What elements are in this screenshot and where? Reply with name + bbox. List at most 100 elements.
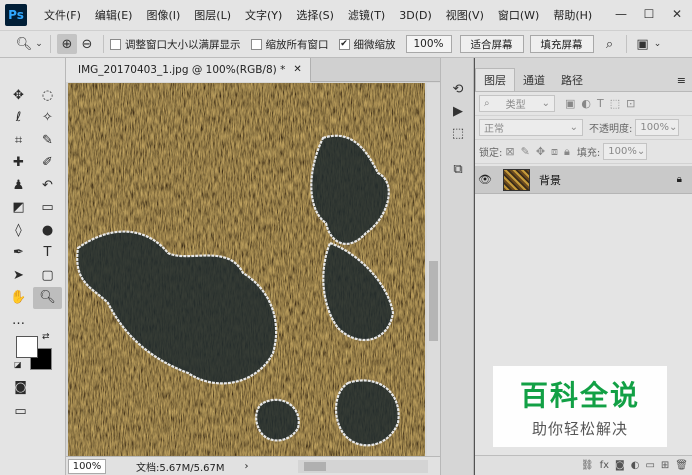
scrubby-zoom-checkbox[interactable]: ✔ 细微缩放 xyxy=(338,37,396,52)
hand-tool-icon[interactable]: ✋ xyxy=(4,287,33,310)
zoom-percent-field[interactable]: 100% xyxy=(405,35,452,53)
horizontal-scrollbar[interactable] xyxy=(298,460,428,473)
image-canvas[interactable] xyxy=(68,83,425,456)
magic-wand-tool-icon[interactable]: ✧ xyxy=(33,107,62,130)
zoom-out-icon[interactable]: ⊖ xyxy=(77,34,97,54)
eraser-tool-icon[interactable]: ◩ xyxy=(4,197,33,220)
lock-all-icon[interactable]: 🔒︎ xyxy=(564,145,570,159)
type-filter-icon[interactable]: T xyxy=(597,97,604,110)
close-button[interactable]: ✕ xyxy=(666,4,688,24)
maximize-button[interactable]: ☐ xyxy=(638,4,660,24)
history-brush-tool-icon[interactable]: ↶ xyxy=(33,174,62,197)
add-mask-icon[interactable]: ◙ xyxy=(615,460,625,471)
shape-filter-icon[interactable]: ⬚ xyxy=(610,97,620,110)
gradient-tool-icon[interactable]: ▭ xyxy=(33,197,62,220)
quick-mask-icon[interactable]: ◙ xyxy=(6,376,35,399)
checkbox-box[interactable] xyxy=(250,38,262,50)
marquee-tool-icon[interactable]: ◌ xyxy=(33,84,62,107)
clone-stamp-tool-icon[interactable]: ♟ xyxy=(4,174,33,197)
type-tool-icon[interactable]: T xyxy=(33,242,62,265)
chevron-down-icon[interactable]: ⌄ xyxy=(653,34,663,54)
filter-kind-select[interactable]: ⌕ 类型 ⌄ xyxy=(479,95,555,112)
chevron-down-icon[interactable]: ⌄ xyxy=(34,34,44,54)
menu-select[interactable]: 选择(S) xyxy=(289,7,341,23)
fill-screen-button[interactable]: 填充屏幕 xyxy=(529,35,594,53)
fit-screen-button[interactable]: 适合屏幕 xyxy=(459,35,524,53)
3d-panel-icon[interactable]: ⬚ xyxy=(441,122,475,144)
fill-label: 填充: xyxy=(576,148,601,159)
document-tab[interactable]: IMG_20170403_1.jpg @ 100%(RGB/8) * ✕ xyxy=(66,57,311,82)
zoom-tool-icon[interactable]: 🔍︎ xyxy=(33,286,62,309)
zoom-level-field[interactable]: 100% xyxy=(68,458,106,474)
menu-help[interactable]: 帮助(H) xyxy=(546,7,599,23)
lasso-tool-icon[interactable]: ℓ xyxy=(4,107,33,130)
opacity-field[interactable]: 100% ⌄ xyxy=(635,119,680,136)
adjustment-filter-icon[interactable]: ◐ xyxy=(581,97,591,110)
link-layers-icon[interactable]: ⛓ xyxy=(581,460,594,471)
trash-icon[interactable]: 🗑︎ xyxy=(675,460,688,471)
smart-object-filter-icon[interactable]: ⊡ xyxy=(626,97,635,110)
rectangle-tool-icon[interactable]: ▢ xyxy=(33,264,62,287)
crop-tool-icon[interactable]: ⌗ xyxy=(4,129,33,152)
zoom-in-icon[interactable]: ⊕ xyxy=(57,34,77,54)
fx-icon[interactable]: fx xyxy=(600,460,609,471)
default-colors-icon[interactable]: ◪ xyxy=(14,360,22,369)
blend-mode-select[interactable]: 正常 ⌄ xyxy=(479,119,583,136)
lock-icon: 🔒︎ xyxy=(676,174,682,185)
tab-channels[interactable]: 通道 xyxy=(515,69,553,91)
foreground-color-swatch[interactable] xyxy=(16,336,38,358)
menu-image[interactable]: 图像(I) xyxy=(139,7,187,23)
lock-position-icon[interactable]: ✥ xyxy=(536,145,545,158)
horizontal-scroll-thumb[interactable] xyxy=(304,462,326,471)
fill-field[interactable]: 100% ⌄ xyxy=(603,143,648,160)
close-icon[interactable]: ✕ xyxy=(293,64,301,75)
pixel-filter-icon[interactable]: ▣ xyxy=(565,97,575,110)
menu-type[interactable]: 文字(Y) xyxy=(238,7,289,23)
tab-layers[interactable]: 图层 xyxy=(475,68,515,91)
play-action-icon[interactable]: ▶ xyxy=(441,100,475,122)
lock-pixels-icon[interactable]: ✎ xyxy=(521,145,530,158)
menu-layer[interactable]: 图层(L) xyxy=(187,7,238,23)
layer-row-background[interactable]: 👁︎ 背景 🔒︎ xyxy=(475,166,692,194)
path-selection-tool-icon[interactable]: ➤ xyxy=(4,264,33,287)
menu-file[interactable]: 文件(F) xyxy=(37,7,88,23)
zoom-tool-preset-icon[interactable]: 🔍︎ xyxy=(14,34,34,54)
filter-kind-value: 类型 xyxy=(505,100,526,111)
adjustment-layer-icon[interactable]: ◐ xyxy=(631,460,640,471)
healing-brush-tool-icon[interactable]: ✚ xyxy=(4,152,33,175)
blur-tool-icon[interactable]: ◊ xyxy=(4,219,33,242)
dodge-tool-icon[interactable]: ● xyxy=(33,219,62,242)
tab-paths[interactable]: 路径 xyxy=(553,69,591,91)
swap-colors-icon[interactable]: ⇄ xyxy=(42,332,50,342)
menu-3d[interactable]: 3D(D) xyxy=(392,9,439,22)
resize-windows-checkbox[interactable]: 调整窗口大小以满屏显示 xyxy=(110,37,241,52)
minimize-button[interactable]: — xyxy=(610,4,632,24)
eyedropper-tool-icon[interactable]: ✎ xyxy=(33,129,62,152)
visibility-eye-icon[interactable]: 👁︎ xyxy=(475,173,495,186)
properties-panel-icon[interactable]: ⧉ xyxy=(441,158,475,180)
chevron-right-icon[interactable]: › xyxy=(245,461,249,472)
screen-mode-icon[interactable]: ▭ xyxy=(6,400,35,423)
panel-menu-icon[interactable]: ≡ xyxy=(677,74,686,87)
checkbox-box[interactable] xyxy=(110,38,121,50)
new-group-icon[interactable]: ▭ xyxy=(645,460,654,471)
move-tool-icon[interactable]: ✥ xyxy=(4,84,33,107)
menu-edit[interactable]: 编辑(E) xyxy=(88,7,140,23)
more-tools-icon[interactable]: … xyxy=(4,309,33,332)
pen-tool-icon[interactable]: ✒ xyxy=(4,242,33,265)
check-icon[interactable]: ✔ xyxy=(338,38,350,50)
search-icon: ⌕ xyxy=(484,98,490,109)
history-panel-icon[interactable]: ⟲ xyxy=(441,78,475,100)
lock-transparency-icon[interactable]: ⊠ xyxy=(505,145,514,158)
menu-window[interactable]: 窗口(W) xyxy=(491,7,546,23)
vertical-scrollbar[interactable] xyxy=(427,83,440,456)
zoom-all-windows-checkbox[interactable]: 缩放所有窗口 xyxy=(250,37,329,52)
menu-view[interactable]: 视图(V) xyxy=(439,7,491,23)
vertical-scroll-thumb[interactable] xyxy=(429,261,438,341)
workspace-icon[interactable]: ▣ xyxy=(633,34,653,54)
lock-artboard-icon[interactable]: ⧈ xyxy=(551,145,558,159)
new-layer-icon[interactable]: ⊞ xyxy=(661,460,669,471)
menu-filter[interactable]: 滤镜(T) xyxy=(341,7,392,23)
brush-tool-icon[interactable]: ✐ xyxy=(33,152,62,175)
search-icon[interactable]: ⌕ xyxy=(600,34,620,54)
